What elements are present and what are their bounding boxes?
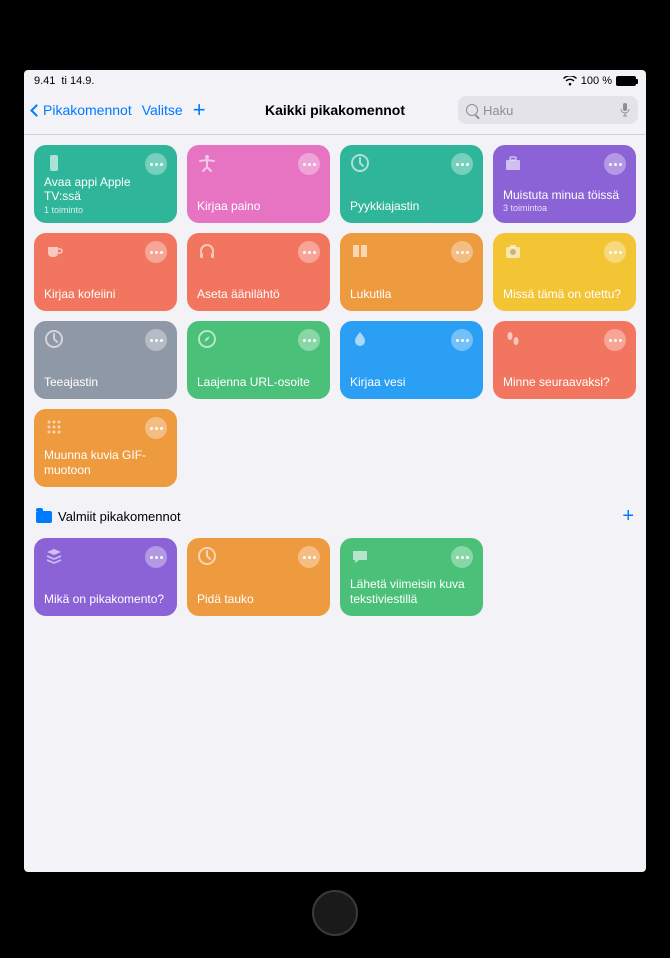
more-button[interactable] [145, 153, 167, 175]
shortcuts_main-card[interactable]: Pyykkiajastin [340, 145, 483, 223]
page-title: Kaikki pikakomennot [265, 102, 405, 118]
shortcuts_ready-card[interactable]: Mikä on pikakomento? [34, 538, 177, 616]
shortcuts_main-card[interactable]: Lukutila [340, 233, 483, 311]
shortcuts_ready-card[interactable]: Lähetä viimeisin kuva tekstiviestillä [340, 538, 483, 616]
shortcuts_main-card[interactable]: Aseta äänilähtö [187, 233, 330, 311]
more-button[interactable] [298, 241, 320, 263]
shortcuts_main-card[interactable]: Minne seuraavaksi? [493, 321, 636, 399]
search-icon [466, 104, 478, 116]
card-title: Kirjaa paino [197, 199, 320, 213]
search-placeholder: Haku [483, 103, 615, 118]
folder-icon [36, 511, 52, 523]
shortcuts_main-card[interactable]: Kirjaa kofeiini [34, 233, 177, 311]
clock-icon [350, 153, 370, 173]
card-title: Avaa appi Apple TV:ssä [44, 175, 167, 204]
card-title: Teeajastin [44, 375, 167, 389]
more-button[interactable] [604, 241, 626, 263]
status-date: ti 14.9. [61, 75, 94, 87]
more-button[interactable] [145, 329, 167, 351]
camera-icon [503, 241, 523, 261]
card-title: Muunna kuvia GIF-muotoon [44, 448, 167, 477]
card-title: Aseta äänilähtö [197, 287, 320, 301]
home-button[interactable] [312, 890, 358, 936]
status-bar: 9.41 ti 14.9. 100 % [24, 70, 646, 90]
shortcuts_main-card[interactable]: Laajenna URL-osoite [187, 321, 330, 399]
shortcuts_main-card[interactable]: Missä tämä on otettu? [493, 233, 636, 311]
more-button[interactable] [298, 329, 320, 351]
more-button[interactable] [145, 417, 167, 439]
card-title: Muistuta minua töissä [503, 188, 626, 202]
shortcuts_main-card[interactable]: Muistuta minua töissä3 toimintoa [493, 145, 636, 223]
card-title: Missä tämä on otettu? [503, 287, 626, 301]
screen: 9.41 ti 14.9. 100 % Pikakomennot Valitse… [24, 70, 646, 872]
card-title: Lähetä viimeisin kuva tekstiviestillä [350, 577, 473, 606]
content-area: Avaa appi Apple TV:ssä1 toiminto Kirjaa p… [24, 135, 646, 872]
more-button[interactable] [451, 546, 473, 568]
mic-icon[interactable] [620, 103, 630, 117]
chat-icon [350, 546, 370, 566]
shortcuts_main-card[interactable]: Muunna kuvia GIF-muotoon [34, 409, 177, 487]
select-button[interactable]: Valitse [142, 102, 183, 118]
accessibility-icon [197, 153, 217, 173]
safari-icon [197, 329, 217, 349]
cup-icon [44, 241, 64, 261]
more-button[interactable] [604, 153, 626, 175]
card-title: Minne seuraavaksi? [503, 375, 626, 389]
stack-icon [44, 546, 64, 566]
drop-icon [350, 329, 370, 349]
more-button[interactable] [145, 241, 167, 263]
more-button[interactable] [451, 241, 473, 263]
more-button[interactable] [298, 153, 320, 175]
footsteps-icon [503, 329, 523, 349]
battery-icon [616, 76, 636, 86]
remote-icon [44, 153, 64, 173]
shortcuts_main-card[interactable]: Avaa appi Apple TV:ssä1 toiminto [34, 145, 177, 223]
shortcuts_main-card[interactable]: Kirjaa paino [187, 145, 330, 223]
card-subtitle: 1 toiminto [44, 205, 167, 215]
add-to-section-button[interactable]: + [622, 505, 634, 528]
battery-label: 100 % [581, 75, 612, 87]
nav-bar: Pikakomennot Valitse + Kaikki pikakomenn… [24, 90, 646, 135]
card-title: Kirjaa vesi [350, 375, 473, 389]
grid-icon [44, 417, 64, 437]
search-field[interactable]: Haku [458, 96, 638, 124]
back-label: Pikakomennot [43, 102, 132, 118]
card-title: Lukutila [350, 287, 473, 301]
shortcuts_main-card[interactable]: Kirjaa vesi [340, 321, 483, 399]
more-button[interactable] [451, 329, 473, 351]
shortcuts-grid-main: Avaa appi Apple TV:ssä1 toiminto Kirjaa p… [34, 145, 636, 487]
chevron-left-icon [30, 104, 43, 117]
more-button[interactable] [145, 546, 167, 568]
clock-icon [197, 546, 217, 566]
section-header-ready: Valmiit pikakomennot + [36, 505, 634, 528]
card-title: Kirjaa kofeiini [44, 287, 167, 301]
card-title: Pyykkiajastin [350, 199, 473, 213]
shortcuts_ready-card[interactable]: Pidä tauko [187, 538, 330, 616]
shortcuts-grid-ready: Mikä on pikakomento? Pidä tauko Lähetä vii… [34, 538, 636, 616]
headphones-icon [197, 241, 217, 261]
card-title: Laajenna URL-osoite [197, 375, 320, 389]
briefcase-icon [503, 153, 523, 173]
clock-icon [44, 329, 64, 349]
status-time: 9.41 [34, 75, 55, 87]
book-icon [350, 241, 370, 261]
ipad-frame: 9.41 ti 14.9. 100 % Pikakomennot Valitse… [0, 0, 670, 958]
more-button[interactable] [451, 153, 473, 175]
card-subtitle: 3 toimintoa [503, 203, 626, 213]
shortcuts_main-card[interactable]: Teeajastin [34, 321, 177, 399]
wifi-icon [563, 76, 577, 86]
card-title: Mikä on pikakomento? [44, 592, 167, 606]
add-shortcut-button[interactable]: + [193, 99, 206, 121]
back-button[interactable]: Pikakomennot [32, 102, 132, 118]
section-title: Valmiit pikakomennot [58, 509, 181, 524]
card-title: Pidä tauko [197, 592, 320, 606]
more-button[interactable] [604, 329, 626, 351]
more-button[interactable] [298, 546, 320, 568]
